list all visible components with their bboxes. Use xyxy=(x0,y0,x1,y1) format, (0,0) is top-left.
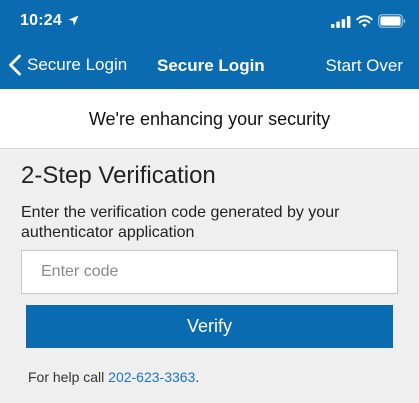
nav-bar: Secure Login Secure Login Start Over xyxy=(0,43,419,89)
back-button[interactable]: Secure Login xyxy=(8,51,127,79)
help-prefix: For help call xyxy=(28,369,109,385)
battery-icon xyxy=(378,14,406,28)
verify-button[interactable]: Verify xyxy=(26,305,393,348)
nav-title: Secure Login xyxy=(157,56,265,75)
help-text: For help call 202-623-3363. xyxy=(28,369,199,385)
signal-icon xyxy=(331,16,351,28)
banner-text: We're enhancing your security xyxy=(88,109,331,129)
page-title: 2-Step Verification xyxy=(21,162,216,189)
location-arrow-icon xyxy=(68,15,79,26)
security-banner: We're enhancing your security xyxy=(0,89,419,149)
status-time: 10:24 xyxy=(20,12,62,29)
status-bar: 10:24 xyxy=(0,0,419,43)
help-suffix: . xyxy=(195,369,200,385)
start-over-button[interactable]: Start Over xyxy=(326,56,403,76)
verification-panel: 2-Step Verification Enter the verificati… xyxy=(0,149,419,403)
help-phone-link[interactable]: 202-623-3363 xyxy=(108,369,195,385)
wifi-icon xyxy=(356,15,373,28)
verification-code-input[interactable] xyxy=(21,250,398,294)
instructions-text: Enter the verification code generated by… xyxy=(21,204,340,241)
back-button-label: Secure Login xyxy=(27,55,128,74)
chevron-left-icon xyxy=(9,54,21,76)
